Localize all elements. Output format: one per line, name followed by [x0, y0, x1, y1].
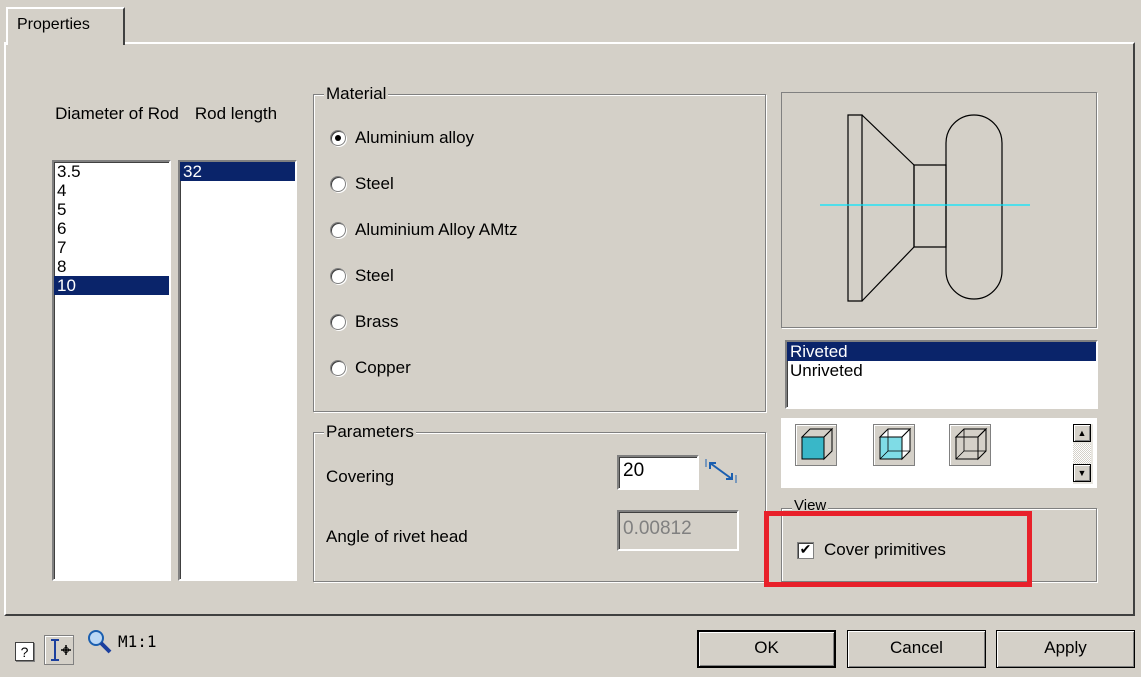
insert-point-icon[interactable]: [44, 635, 74, 665]
highlight-box: [764, 511, 1032, 587]
scroll-up-button[interactable]: ▲: [1073, 424, 1091, 442]
material-option[interactable]: Aluminium alloy: [330, 127, 750, 149]
material-option-label: Aluminium Alloy AMtz: [355, 220, 518, 239]
angle-label: Angle of rivet head: [326, 527, 468, 546]
zoom-icon[interactable]: [86, 628, 112, 654]
radio-button-icon[interactable]: [330, 176, 346, 192]
shaded-wire-cube-button[interactable]: [873, 424, 915, 466]
scroll-track[interactable]: [1073, 444, 1091, 464]
material-option-label: Brass: [355, 312, 399, 331]
insert-point-glyph: [51, 639, 71, 661]
covering-input[interactable]: 20: [617, 455, 699, 490]
material-option[interactable]: Brass: [330, 311, 750, 333]
diameter-header: Diameter of Rod: [55, 104, 179, 123]
solid-cube-icon: [800, 427, 834, 461]
solid-cube-button[interactable]: [795, 424, 837, 466]
tab-label: Properties: [17, 16, 90, 33]
radio-button-icon[interactable]: [330, 314, 346, 330]
wireframe-cube-button[interactable]: [949, 424, 991, 466]
parameters-group-label: Parameters: [324, 422, 416, 442]
apply-button[interactable]: Apply: [996, 630, 1135, 668]
shaded-wire-cube-icon: [878, 427, 912, 461]
wireframe-cube-icon: [954, 427, 988, 461]
material-group-label: Material: [324, 84, 389, 104]
view-scrollbar[interactable]: ▲ ▼: [1073, 424, 1093, 484]
diameter-list-item[interactable]: 8: [54, 257, 169, 276]
rivet-preview: [781, 92, 1097, 328]
material-option[interactable]: Copper: [330, 357, 750, 379]
type-list-item[interactable]: Riveted: [787, 342, 1096, 361]
rod-length-header: Rod length: [194, 104, 278, 123]
cancel-button[interactable]: Cancel: [847, 630, 986, 668]
view-mode-strip: ▲ ▼: [781, 418, 1097, 488]
material-option[interactable]: Aluminium Alloy AMtz: [330, 219, 750, 241]
diameter-list-item[interactable]: 5: [54, 200, 169, 219]
material-option[interactable]: Steel: [330, 265, 750, 287]
rod-length-list-item[interactable]: 32: [180, 162, 295, 181]
rivet-drawing: [820, 114, 1030, 302]
scale-readout: M1:1: [118, 632, 157, 651]
diameter-list-item[interactable]: 4: [54, 181, 169, 200]
covering-label: Covering: [326, 467, 395, 486]
dimension-pick-icon[interactable]: [704, 457, 738, 485]
scroll-down-button[interactable]: ▼: [1073, 464, 1091, 482]
ok-button[interactable]: OK: [697, 630, 836, 668]
radio-button-icon[interactable]: [330, 222, 346, 238]
radio-button-icon[interactable]: [330, 130, 346, 146]
diameter-list-item[interactable]: 3.5: [54, 162, 169, 181]
material-option-label: Steel: [355, 174, 394, 193]
material-option-label: Aluminium alloy: [355, 128, 475, 147]
material-option[interactable]: Steel: [330, 173, 750, 195]
material-option-label: Steel: [355, 266, 394, 285]
riveted-type-list[interactable]: Riveted Unriveted: [785, 340, 1098, 409]
view-group-label: View: [792, 498, 829, 510]
diameter-list-item[interactable]: 10: [54, 276, 169, 295]
type-list-item[interactable]: Unriveted: [787, 361, 1096, 380]
diameter-list[interactable]: 3.5 4 5 6 7 8 10: [52, 160, 171, 581]
angle-input: 0.00812: [617, 510, 739, 551]
material-option-label: Copper: [355, 358, 411, 377]
radio-button-icon[interactable]: [330, 360, 346, 376]
diameter-list-item[interactable]: 6: [54, 219, 169, 238]
diameter-list-item[interactable]: 7: [54, 238, 169, 257]
tab-joint: [8, 40, 123, 44]
help-icon[interactable]: ?: [15, 642, 34, 661]
rod-length-list[interactable]: 32: [178, 160, 297, 581]
radio-button-icon[interactable]: [330, 268, 346, 284]
material-options: Aluminium alloy Steel Aluminium Alloy AMtz…: [330, 127, 750, 379]
